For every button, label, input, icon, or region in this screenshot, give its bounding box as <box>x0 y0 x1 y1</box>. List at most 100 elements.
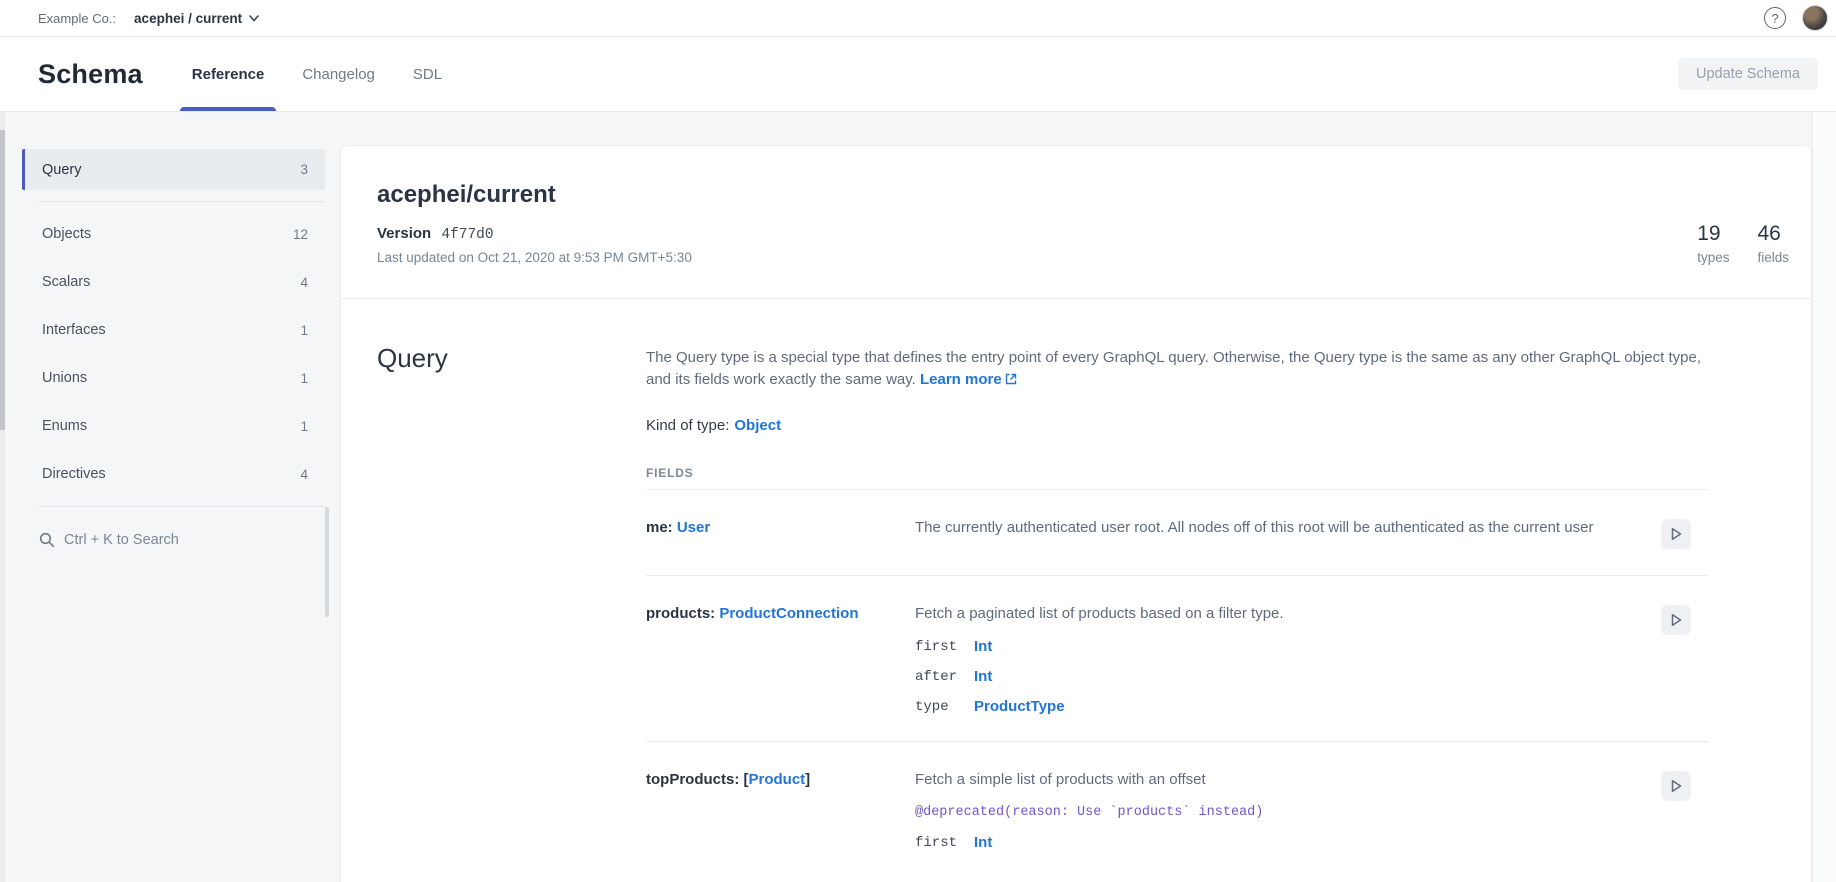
graph-selector-label: acephei / current <box>134 11 242 26</box>
arg-row-first: firstInt <box>915 834 1629 851</box>
sidebar-item-query[interactable]: Query3 <box>22 149 325 190</box>
graph-selector[interactable]: acephei / current <box>134 11 259 26</box>
field-detail-cell: Fetch a paginated list of products based… <box>915 605 1645 715</box>
learn-more-link[interactable]: Learn more <box>920 371 1017 388</box>
page-scrollbar[interactable] <box>1812 112 1836 882</box>
sidebar-item-count: 1 <box>300 371 308 386</box>
stat-label: fields <box>1757 250 1789 265</box>
top-bar: Example Co.: acephei / current ? <box>0 0 1836 37</box>
tab-bar: Reference Changelog SDL <box>173 37 461 111</box>
type-name: Query <box>377 343 646 374</box>
field-row-me: me: UserThe currently authenticated user… <box>646 490 1709 576</box>
stat-value: 19 <box>1697 222 1729 246</box>
sidebar-divider-bottom <box>39 506 325 507</box>
sidebar-item-objects[interactable]: Objects 12 <box>22 210 325 258</box>
field-action-cell <box>1661 771 1691 801</box>
field-args: firstInt <box>915 834 1629 851</box>
sidebar-item-count: 4 <box>300 275 308 290</box>
arg-name: first <box>915 835 974 851</box>
type-description: The Query type is a special type that de… <box>646 347 1709 390</box>
arg-row-after: afterInt <box>915 668 1629 685</box>
field-name-cell: topProducts: [Product] <box>646 771 915 789</box>
arg-name: first <box>915 639 974 655</box>
sidebar-item-enums[interactable]: Enums1 <box>22 402 325 450</box>
version-value: 4f77d0 <box>441 227 493 243</box>
card-header: acephei/current Version 4f77d0 Last upda… <box>377 181 1789 265</box>
run-in-explorer-button[interactable] <box>1661 605 1691 635</box>
run-in-explorer-button[interactable] <box>1661 771 1691 801</box>
field-args: firstIntafterInttypeProductType <box>915 638 1629 715</box>
field-detail-cell: Fetch a simple list of products with an … <box>915 771 1645 851</box>
arg-type-link[interactable]: Int <box>974 834 992 851</box>
schema-sidebar: Query3Objects12Scalars4Interfaces1Unions… <box>0 112 325 882</box>
field-type: ProductConnection <box>719 605 858 622</box>
stat-value: 46 <box>1757 222 1789 246</box>
field-name: me: <box>646 519 677 536</box>
field-description: Fetch a simple list of products with an … <box>915 769 1629 790</box>
search-input[interactable]: Ctrl + K to Search <box>22 525 325 555</box>
help-icon[interactable]: ? <box>1764 7 1786 29</box>
arg-type-link[interactable]: ProductType <box>974 698 1065 715</box>
sidebar-item-label: Query <box>42 162 82 178</box>
field-name: topProducts: <box>646 771 744 788</box>
type-header: Query The Query type is a special type t… <box>377 347 1789 877</box>
fields-label: FIELDS <box>646 466 1709 480</box>
field-type: [Product] <box>744 771 811 788</box>
sidebar-item-directives[interactable]: Directives 4 <box>22 450 325 498</box>
arg-name: after <box>915 669 974 685</box>
field-action-cell <box>1661 519 1691 549</box>
arg-name: type <box>915 699 974 715</box>
play-icon <box>1668 778 1684 794</box>
tab-reference[interactable]: Reference <box>188 37 269 111</box>
field-row-products: products: ProductConnectionFetch a pagin… <box>646 576 1709 742</box>
field-type-link[interactable]: Product <box>749 771 806 788</box>
field-type-link[interactable]: User <box>677 519 710 536</box>
card-header-left: acephei/current Version 4f77d0 Last upda… <box>377 181 692 265</box>
tab-changelog[interactable]: Changelog <box>298 37 379 111</box>
field-deprecated: @deprecated(reason: Use `products` inste… <box>915 805 1629 820</box>
external-link-icon <box>1005 373 1017 385</box>
arg-type-link[interactable]: Int <box>974 638 992 655</box>
sidebar-item-interfaces[interactable]: Interfaces 1 <box>22 306 325 354</box>
field-name-cell: me: User <box>646 519 915 537</box>
sidebar-nav: Query3Objects12Scalars4Interfaces1Unions… <box>22 149 325 498</box>
field-type: User <box>677 519 710 536</box>
version-line: Version 4f77d0 <box>377 225 692 243</box>
field-description: The currently authenticated user root. A… <box>915 517 1629 538</box>
sidebar-item-label: Interfaces <box>42 322 106 338</box>
sidebar-item-label: Objects <box>42 226 91 242</box>
play-icon <box>1668 612 1684 628</box>
run-in-explorer-button[interactable] <box>1661 519 1691 549</box>
org-label: Example Co.: <box>38 11 116 26</box>
sidebar-item-count: 1 <box>300 323 308 338</box>
field-row-topProducts: topProducts: [Product]Fetch a simple lis… <box>646 742 1709 877</box>
search-icon <box>39 532 55 548</box>
sidebar-item-label: Scalars <box>42 274 90 290</box>
sidebar-item-scalars[interactable]: Scalars 4 <box>22 258 325 306</box>
kind-value-link[interactable]: Object <box>734 417 781 434</box>
update-schema-button[interactable]: Update Schema <box>1678 58 1818 90</box>
sidebar-item-count: 4 <box>300 467 308 482</box>
field-name-cell: products: ProductConnection <box>646 605 915 623</box>
content-area: Query3Objects12Scalars4Interfaces1Unions… <box>0 112 1836 882</box>
stat-label: types <box>1697 250 1729 265</box>
version-label: Version <box>377 225 431 242</box>
tab-sdl[interactable]: SDL <box>409 37 446 111</box>
page-title: Schema <box>38 59 143 90</box>
avatar[interactable] <box>1802 5 1828 31</box>
sidebar-item-count: 12 <box>293 227 308 242</box>
type-section: Query The Query type is a special type t… <box>377 299 1789 877</box>
sidebar-item-label: Directives <box>42 466 106 482</box>
arg-row-type: typeProductType <box>915 698 1629 715</box>
sidebar-item-label: Unions <box>42 370 87 386</box>
stat-fields: 46 fields <box>1757 222 1789 265</box>
field-type-link[interactable]: ProductConnection <box>719 605 858 622</box>
search-placeholder: Ctrl + K to Search <box>64 532 179 548</box>
sidebar-scrollbar[interactable] <box>325 507 329 617</box>
kind-of-type: Kind of type:Object <box>646 417 1709 434</box>
main-panel: acephei/current Version 4f77d0 Last upda… <box>325 112 1836 882</box>
arg-row-first: firstInt <box>915 638 1629 655</box>
arg-type-link[interactable]: Int <box>974 668 992 685</box>
sidebar-item-unions[interactable]: Unions 1 <box>22 354 325 402</box>
page-header: Schema Reference Changelog SDL Update Sche… <box>0 37 1836 112</box>
